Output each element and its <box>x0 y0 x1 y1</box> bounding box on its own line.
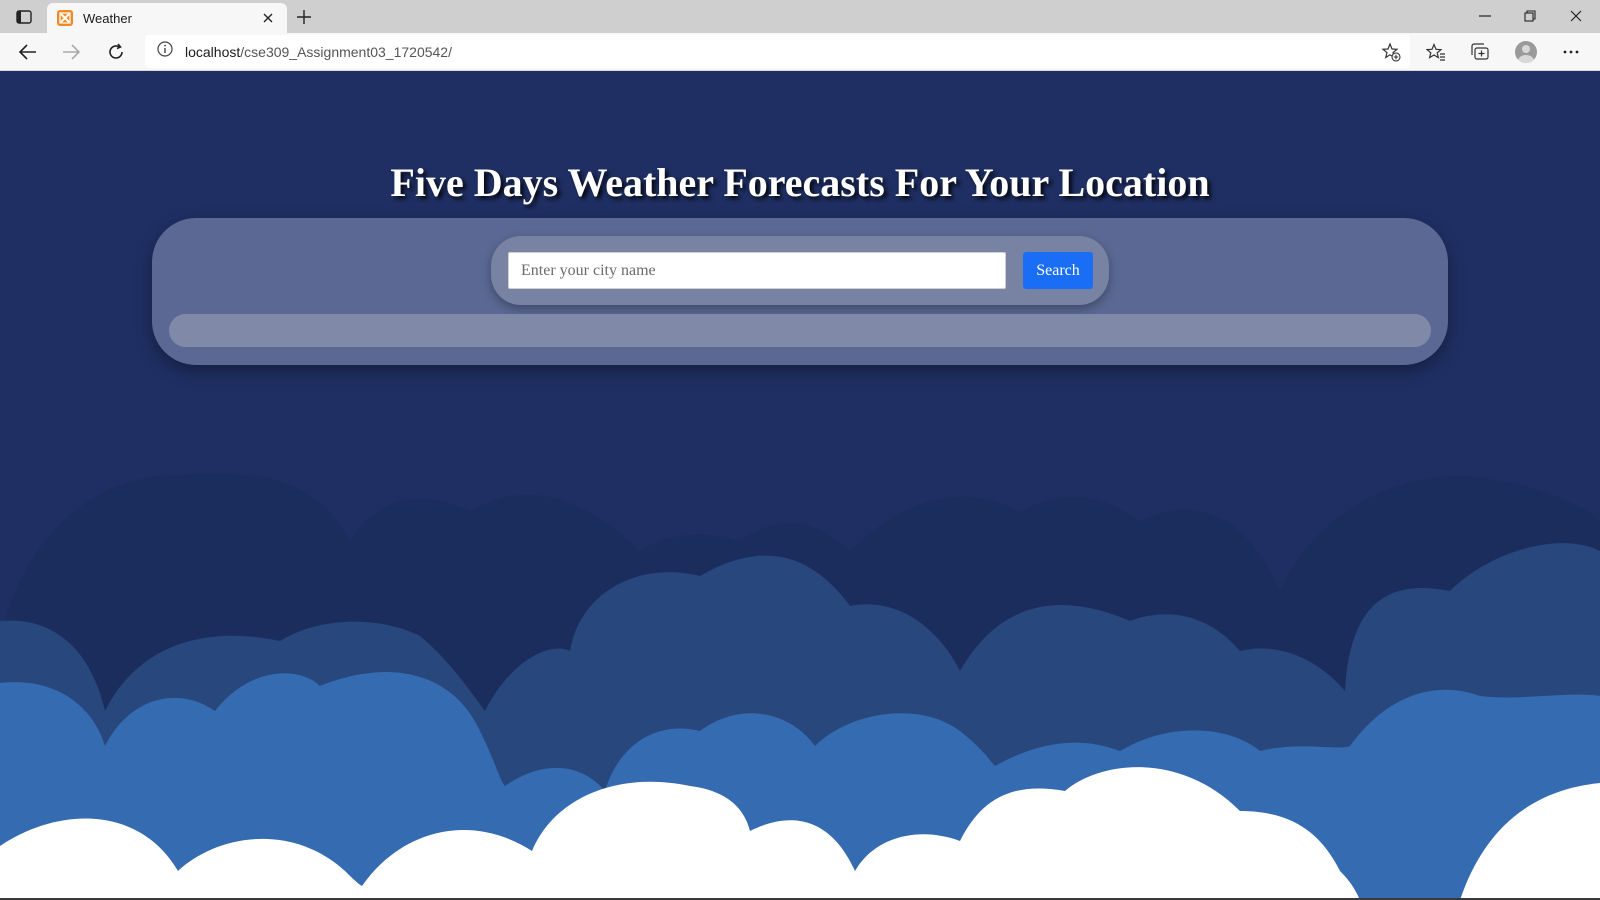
xampp-icon <box>57 10 73 26</box>
url-host: localhost <box>185 43 241 60</box>
close-icon[interactable] <box>259 9 277 27</box>
browser-tab-bar: Weather <box>0 0 1600 33</box>
city-search-input[interactable] <box>508 252 1006 289</box>
tab-title: Weather <box>83 10 132 26</box>
weather-page: Five Days Weather Forecasts For Your Loc… <box>0 71 1600 900</box>
profile-icon[interactable] <box>1510 37 1542 67</box>
page-title: Five Days Weather Forecasts For Your Loc… <box>390 160 1210 205</box>
arrow-left-icon[interactable] <box>13 37 43 67</box>
star-plus-icon[interactable] <box>1380 41 1402 63</box>
close-window-icon[interactable] <box>1556 3 1596 29</box>
minimize-icon[interactable] <box>1465 3 1505 29</box>
tab-actions-icon[interactable] <box>10 6 38 28</box>
refresh-icon[interactable] <box>101 37 131 67</box>
browser-tab-weather[interactable]: Weather <box>47 3 287 33</box>
plus-icon[interactable] <box>292 6 316 28</box>
forecast-results-bar <box>169 314 1431 347</box>
collections-icon[interactable] <box>1464 37 1496 67</box>
search-button[interactable]: Search <box>1023 252 1093 289</box>
url-path: /cse309_Assignment03_1720542/ <box>240 43 452 60</box>
url-text: localhost/cse309_Assignment03_1720542/ <box>185 44 452 60</box>
more-icon[interactable] <box>1555 37 1587 67</box>
search-form: Search <box>491 236 1109 305</box>
browser-toolbar: localhost/cse309_Assignment03_1720542/ <box>0 33 1600 71</box>
restore-icon[interactable] <box>1510 3 1550 29</box>
search-panel: Search <box>152 218 1448 365</box>
address-bar[interactable]: localhost/cse309_Assignment03_1720542/ <box>145 35 1410 68</box>
info-icon[interactable] <box>157 41 173 62</box>
avatar <box>1515 41 1537 63</box>
favorites-icon[interactable] <box>1420 37 1452 67</box>
arrow-right-icon <box>56 37 86 67</box>
